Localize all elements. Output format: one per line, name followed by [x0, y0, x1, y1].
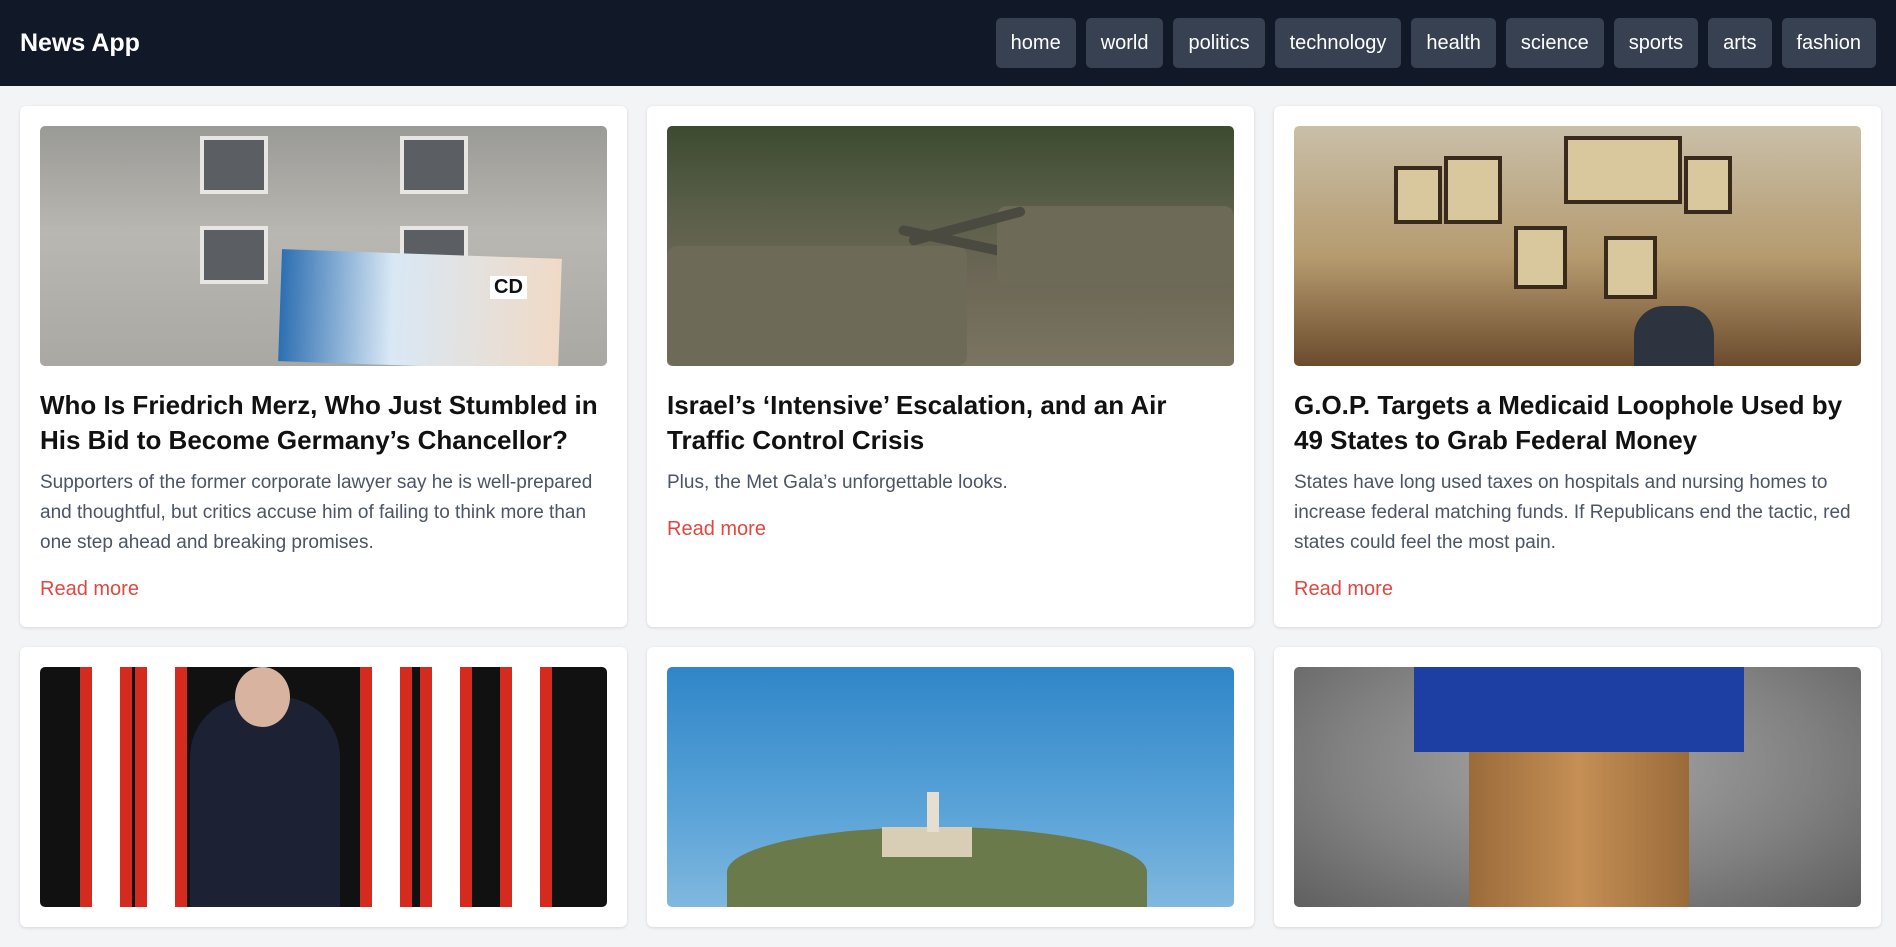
article-card: CD Who Is Friedrich Merz, Who Just Stumb… — [20, 106, 627, 627]
read-more-link[interactable]: Read more — [40, 578, 139, 601]
article-description: States have long used taxes on hospitals… — [1294, 472, 1851, 553]
article-image[interactable] — [667, 126, 1234, 366]
nav-home-button[interactable]: home — [995, 18, 1076, 68]
nav-sports-button[interactable]: sports — [1613, 18, 1699, 68]
picture-frame — [1514, 226, 1567, 289]
article-title[interactable]: G.O.P. Targets a Medicaid Loophole Used … — [1294, 388, 1861, 458]
flag-shape — [135, 667, 187, 907]
article-image[interactable] — [1294, 667, 1861, 907]
nav-world-button[interactable]: world — [1085, 18, 1164, 68]
picture-frame — [1604, 236, 1657, 299]
poster-logo: CD — [490, 276, 527, 299]
window-shape — [400, 136, 468, 194]
nav-science-button[interactable]: science — [1505, 18, 1604, 68]
article-image[interactable] — [667, 667, 1234, 907]
window-shape — [200, 136, 268, 194]
article-grid: CD Who Is Friedrich Merz, Who Just Stumb… — [0, 86, 1896, 947]
tank-shape — [667, 246, 967, 366]
article-title[interactable]: Israel’s ‘Intensive’ Escalation, and an … — [667, 388, 1234, 458]
nav-arts-button[interactable]: arts — [1708, 18, 1772, 68]
article-card — [1274, 647, 1881, 927]
person-shape — [190, 697, 340, 907]
picture-frame — [1684, 156, 1732, 214]
read-more-link[interactable]: Read more — [1294, 578, 1393, 601]
person-shape — [1634, 306, 1714, 366]
tank-shape — [997, 206, 1234, 286]
article-image[interactable] — [1294, 126, 1861, 366]
head-shape — [235, 667, 290, 727]
article-card — [20, 647, 627, 927]
window-shape — [200, 226, 268, 284]
article-card: G.O.P. Targets a Medicaid Loophole Used … — [1274, 106, 1881, 627]
picture-frame — [1444, 156, 1502, 224]
nav-technology-button[interactable]: technology — [1274, 18, 1402, 68]
article-image[interactable]: CD — [40, 126, 607, 366]
category-nav: home world politics technology health sc… — [995, 18, 1876, 68]
app-brand[interactable]: News App — [20, 29, 140, 58]
campaign-poster — [278, 249, 562, 366]
nav-politics-button[interactable]: politics — [1173, 18, 1265, 68]
flag-shape — [500, 667, 552, 907]
lighthouse-shape — [927, 792, 939, 832]
flag-shape — [360, 667, 412, 907]
top-navbar: News App home world politics technology … — [0, 0, 1896, 86]
article-card: Israel’s ‘Intensive’ Escalation, and an … — [647, 106, 1254, 627]
article-description: Plus, the Met Gala’s unforgettable looks… — [667, 472, 1008, 493]
nav-fashion-button[interactable]: fashion — [1781, 18, 1876, 68]
read-more-link[interactable]: Read more — [667, 518, 766, 541]
podium-top-shape — [1414, 667, 1744, 752]
picture-frame — [1394, 166, 1442, 224]
nav-health-button[interactable]: health — [1411, 18, 1496, 68]
article-title[interactable]: Who Is Friedrich Merz, Who Just Stumbled… — [40, 388, 607, 458]
podium-body-shape — [1469, 752, 1689, 907]
flag-shape — [80, 667, 132, 907]
picture-frame — [1564, 136, 1682, 204]
article-description: Supporters of the former corporate lawye… — [40, 472, 593, 553]
flag-shape — [420, 667, 472, 907]
article-image[interactable] — [40, 667, 607, 907]
article-card — [647, 647, 1254, 927]
